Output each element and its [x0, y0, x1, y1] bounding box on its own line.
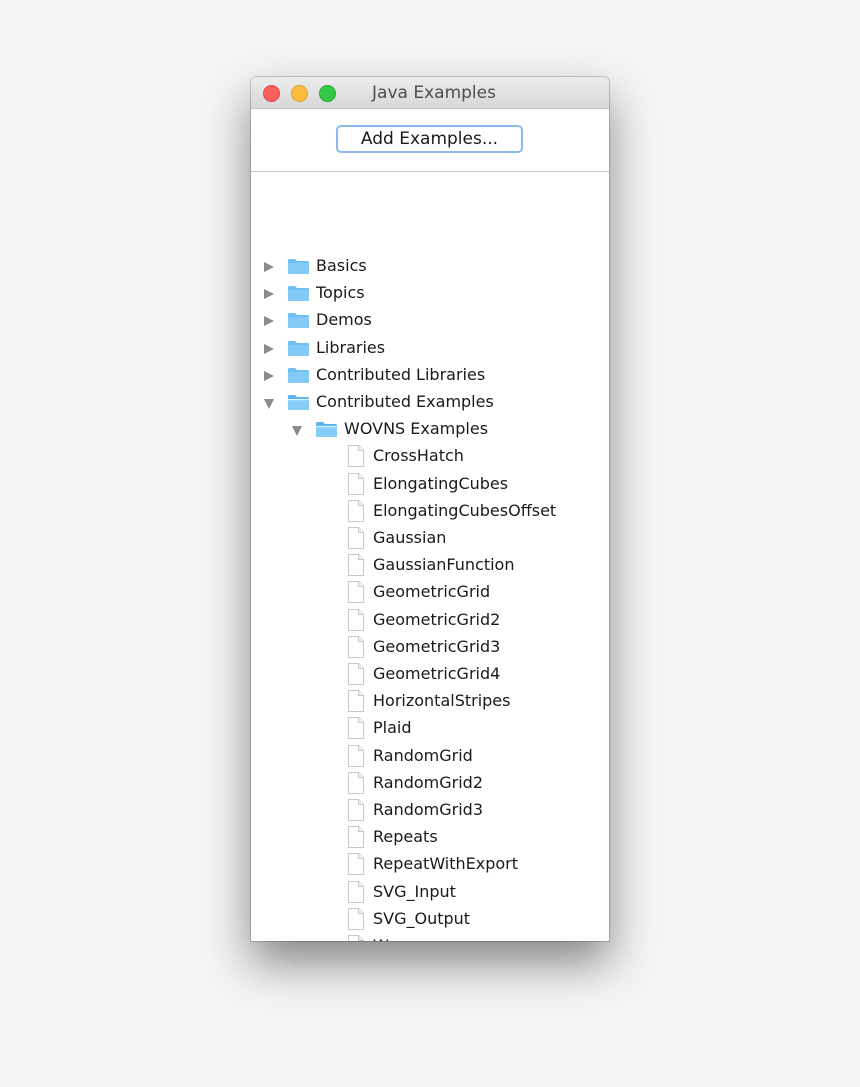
tree-file-item[interactable]: SVG_Output — [251, 907, 609, 934]
tree-item-label: SVG_Output — [373, 908, 471, 928]
disclosure-triangle-collapsed-icon[interactable] — [264, 370, 274, 381]
tree-item-label: ElongatingCubes — [373, 473, 509, 493]
file-icon — [348, 799, 364, 821]
tree-item-label: HorizontalStripes — [373, 691, 511, 711]
file-icon — [348, 608, 364, 631]
tree-item-label: RandomGrid2 — [373, 772, 483, 792]
file-icon — [348, 690, 364, 713]
title-bar[interactable]: Java Examples — [251, 77, 609, 109]
file-icon — [348, 907, 364, 930]
disclosure-triangle-collapsed-icon[interactable] — [264, 343, 274, 354]
tree-folder-item[interactable]: Libraries — [251, 336, 609, 363]
tree-item-label: Demos — [316, 310, 372, 330]
tree-file-item[interactable]: Repeats — [251, 825, 609, 852]
tree-file-item[interactable]: Wave — [251, 934, 609, 941]
tree-file-item[interactable]: RepeatWithExport — [251, 852, 609, 879]
tree-item-label: Contributed Examples — [316, 392, 494, 411]
file-icon — [348, 499, 364, 522]
folder-open-icon — [316, 422, 337, 438]
file-icon — [348, 744, 364, 767]
window-title: Java Examples — [372, 83, 496, 103]
tree-file-item[interactable]: Gaussian — [251, 526, 609, 553]
folder-icon — [288, 286, 309, 302]
disclosure-triangle-expanded-icon[interactable] — [292, 426, 302, 437]
file-icon — [348, 445, 364, 468]
tree-item-label: RandomGrid3 — [373, 800, 483, 819]
tree-item-label: Libraries — [316, 337, 386, 357]
file-icon — [348, 880, 364, 903]
tree-file-item[interactable]: RandomGrid2 — [251, 771, 609, 798]
tree-item-label: Contributed Libraries — [316, 364, 486, 384]
tree-folder-item[interactable]: Demos — [251, 308, 609, 335]
tree-file-item[interactable]: SVG_Input — [251, 880, 609, 907]
tree-file-item[interactable]: GeometricGrid2 — [251, 608, 609, 635]
tree-file-item[interactable]: RandomGrid3 — [251, 798, 609, 825]
tree-item-label: Wave — [373, 936, 417, 941]
file-icon — [348, 717, 364, 740]
disclosure-triangle-collapsed-icon[interactable] — [264, 316, 274, 327]
folder-icon — [288, 367, 309, 383]
tree-file-item[interactable]: GeometricGrid3 — [251, 635, 609, 662]
tree-item-label: SVG_Input — [373, 881, 456, 901]
tree-item-label: ElongatingCubesOffset — [373, 500, 557, 520]
tree-item-label: GeometricGrid2 — [373, 609, 501, 629]
tree-item-label: RepeatWithExport — [373, 854, 519, 874]
file-icon — [348, 663, 364, 685]
tree-item-label: GaussianFunction — [373, 555, 515, 575]
toolbar: Add Examples... — [251, 109, 609, 172]
tree-item-label: GeometricGrid4 — [373, 664, 501, 683]
file-icon — [348, 472, 364, 495]
disclosure-triangle-collapsed-icon[interactable] — [264, 262, 274, 272]
java-examples-window: Java Examples Add Examples... Basics Topi… — [251, 77, 609, 941]
file-icon — [348, 935, 364, 941]
tree-item-label: GeometricGrid3 — [373, 636, 501, 656]
file-icon — [348, 826, 364, 849]
file-icon — [348, 527, 364, 549]
tree-folder-item[interactable]: Contributed Libraries — [251, 363, 609, 390]
file-icon — [348, 853, 364, 876]
file-icon — [348, 635, 364, 658]
add-examples-button[interactable]: Add Examples... — [336, 125, 523, 153]
tree-file-item[interactable]: ElongatingCubesOffset — [251, 499, 609, 526]
tree-file-item[interactable]: CrossHatch — [251, 444, 609, 471]
tree-file-item[interactable]: Plaid — [251, 716, 609, 743]
folder-open-icon — [288, 395, 309, 410]
tree-item-label: Basics — [316, 256, 367, 275]
tree-item-label: Topics — [316, 283, 365, 303]
tree-folder-item[interactable]: Basics — [251, 254, 609, 281]
tree-item-label: CrossHatch — [373, 446, 464, 466]
disclosure-triangle-collapsed-icon[interactable] — [264, 289, 274, 300]
file-icon — [348, 581, 364, 604]
folder-icon — [288, 259, 309, 274]
tree-item-label: Gaussian — [373, 528, 447, 547]
tree-file-item[interactable]: RandomGrid — [251, 744, 609, 771]
tree-folder-item[interactable]: Contributed Examples — [251, 390, 609, 417]
tree-folder-item[interactable]: WOVNS Examples — [251, 417, 609, 444]
tree-item-label: WOVNS Examples — [344, 419, 489, 439]
tree-file-item[interactable]: GeometricGrid4 — [251, 662, 609, 689]
tree-folder-item[interactable]: Topics — [251, 281, 609, 308]
tree-file-item[interactable]: HorizontalStripes — [251, 689, 609, 716]
tree-item-label: GeometricGrid — [373, 582, 491, 602]
disclosure-triangle-expanded-icon[interactable] — [264, 399, 274, 409]
tree-item-label: Plaid — [373, 718, 412, 738]
file-icon — [348, 771, 364, 794]
file-icon — [348, 554, 364, 577]
tree-file-item[interactable]: ElongatingCubes — [251, 472, 609, 499]
folder-icon — [288, 313, 309, 329]
tree-item-label: Repeats — [373, 827, 438, 847]
folder-icon — [288, 340, 309, 356]
tree-file-item[interactable]: GeometricGrid — [251, 580, 609, 607]
tree-item-label: RandomGrid — [373, 745, 473, 765]
tree-file-item[interactable]: GaussianFunction — [251, 553, 609, 580]
